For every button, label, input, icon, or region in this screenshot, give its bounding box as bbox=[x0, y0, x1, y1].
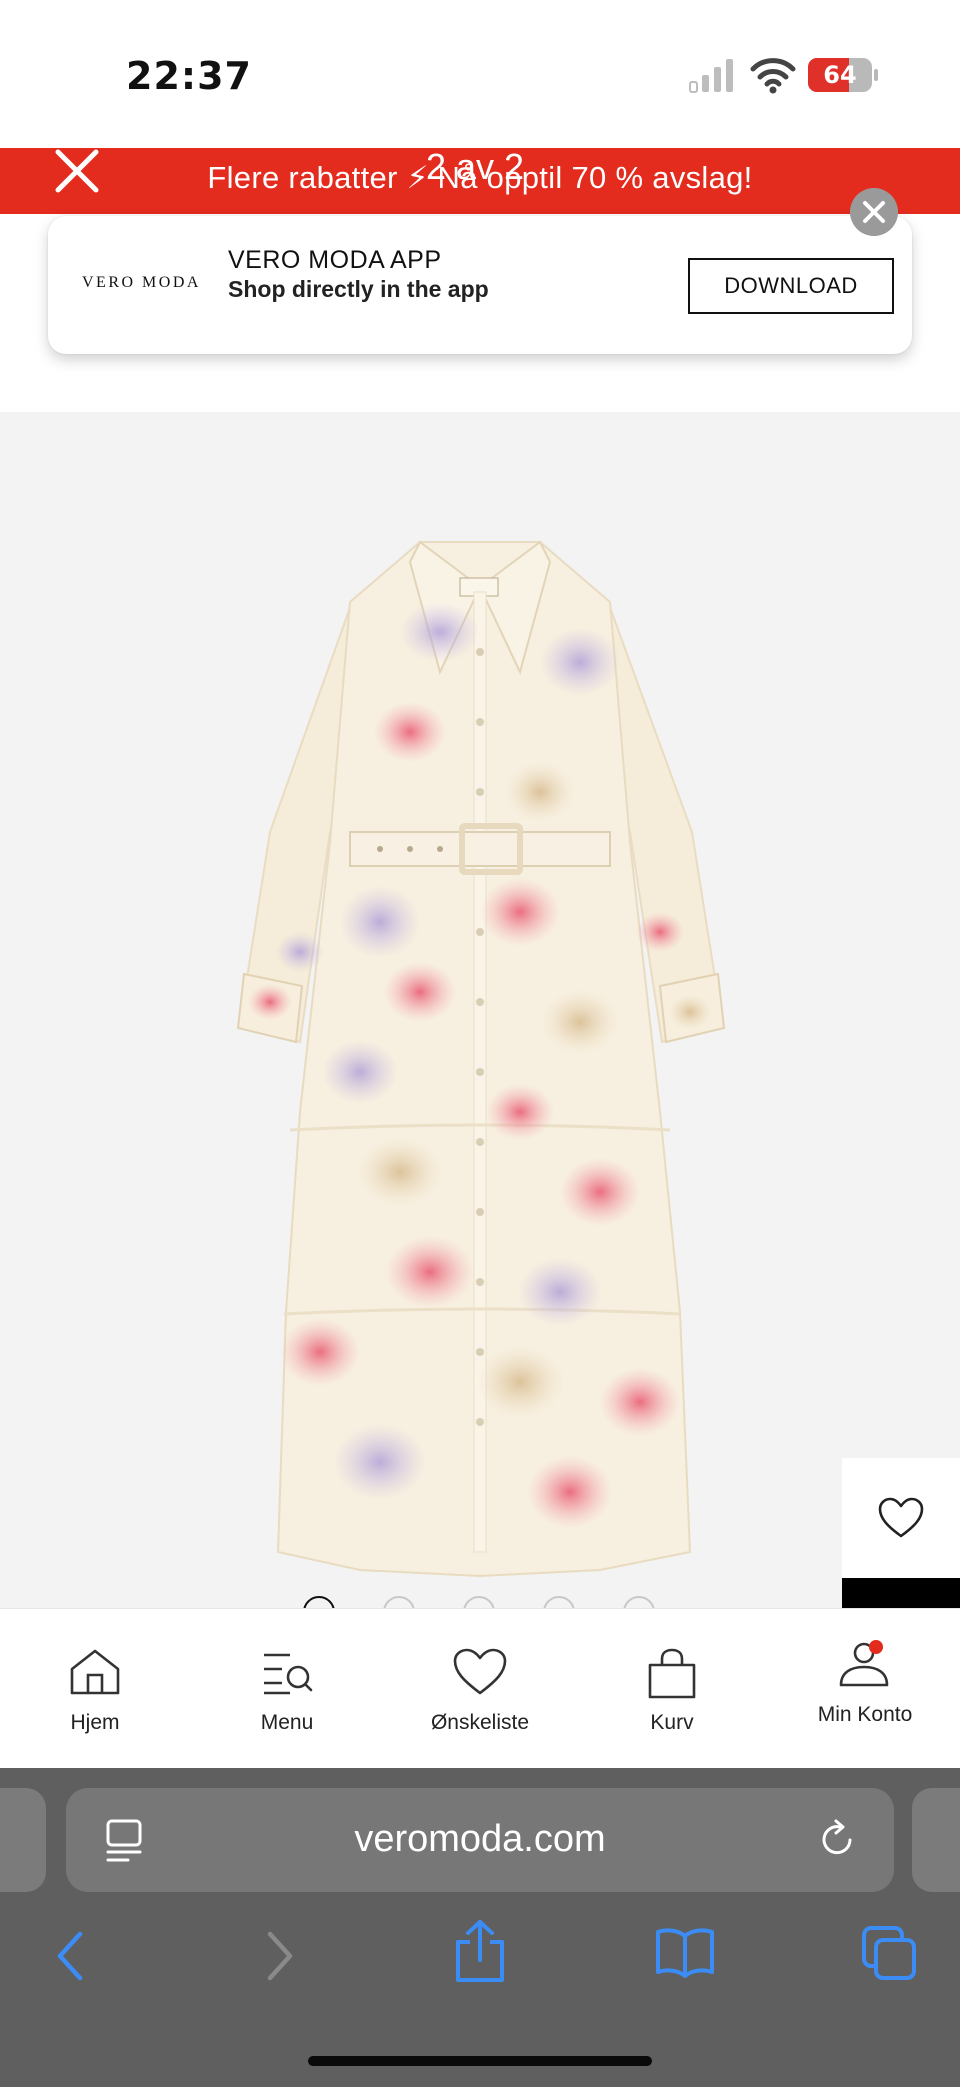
tabs-icon[interactable] bbox=[860, 1924, 918, 1982]
vero-moda-logo: VERO MODA bbox=[82, 274, 201, 291]
promo-counter: 2 av 2 bbox=[426, 146, 525, 187]
app-banner-title: VERO MODA APP bbox=[228, 246, 442, 274]
address-bar[interactable]: veromoda.com bbox=[66, 1788, 894, 1892]
wishlist-add-button[interactable] bbox=[842, 1458, 960, 1578]
forward-icon[interactable] bbox=[262, 1930, 298, 1982]
bottom-navigation: Hjem Menu Ønskeliste Kurv Min Konto bbox=[0, 1608, 960, 1768]
back-icon[interactable] bbox=[52, 1930, 88, 1982]
share-icon[interactable] bbox=[454, 1918, 506, 1984]
battery-percent: 64 bbox=[823, 61, 857, 89]
status-bar: 22:37 64 bbox=[0, 0, 960, 148]
battery-cap bbox=[874, 69, 878, 81]
heart-icon bbox=[878, 1497, 924, 1538]
menu-search-icon bbox=[264, 1653, 313, 1695]
nav-cart[interactable]: Kurv bbox=[597, 1609, 747, 1769]
browser-chrome: veromoda.com bbox=[0, 1768, 960, 2087]
nav-menu[interactable]: Menu bbox=[212, 1609, 362, 1769]
reload-icon[interactable] bbox=[818, 1818, 858, 1862]
bookmarks-icon[interactable] bbox=[654, 1926, 716, 1978]
nav-menu-label: Menu bbox=[260, 1711, 314, 1734]
close-icon[interactable] bbox=[52, 146, 102, 196]
status-time: 22:37 bbox=[126, 54, 252, 98]
wifi-icon bbox=[750, 58, 796, 94]
app-banner-subtitle: Shop directly in the app bbox=[228, 276, 489, 302]
nav-wishlist[interactable]: Ønskeliste bbox=[405, 1609, 555, 1769]
previous-tab-preview[interactable] bbox=[0, 1788, 46, 1892]
nav-wishlist-label: Ønskeliste bbox=[430, 1711, 530, 1734]
floral-shirt-dress-image bbox=[236, 540, 726, 1578]
next-tab-preview[interactable] bbox=[912, 1788, 960, 1892]
nav-home[interactable]: Hjem bbox=[20, 1609, 170, 1769]
cellular-signal-icon bbox=[689, 59, 733, 93]
app-install-banner: VERO MODA VERO MODA APP Shop directly in… bbox=[48, 216, 912, 354]
nav-home-label: Hjem bbox=[70, 1711, 120, 1734]
phone-screen: 22:37 64 Flere rabatter ⚡ Nå opptil 70 %… bbox=[0, 0, 960, 2087]
account-icon bbox=[839, 1640, 889, 1687]
product-image-gallery[interactable] bbox=[0, 412, 960, 1608]
nav-account[interactable]: Min Konto bbox=[790, 1609, 940, 1769]
battery-icon: 64 bbox=[808, 58, 872, 92]
nav-cart-label: Kurv bbox=[650, 1711, 694, 1734]
url-text: veromoda.com bbox=[354, 1818, 606, 1860]
home-indicator[interactable] bbox=[308, 2056, 652, 2066]
close-circle-icon[interactable] bbox=[850, 188, 898, 236]
download-button[interactable]: DOWNLOAD bbox=[688, 258, 894, 314]
bag-icon bbox=[648, 1648, 696, 1699]
heart-icon bbox=[453, 1648, 507, 1695]
home-icon bbox=[70, 1649, 120, 1695]
nav-account-label: Min Konto bbox=[817, 1703, 913, 1726]
